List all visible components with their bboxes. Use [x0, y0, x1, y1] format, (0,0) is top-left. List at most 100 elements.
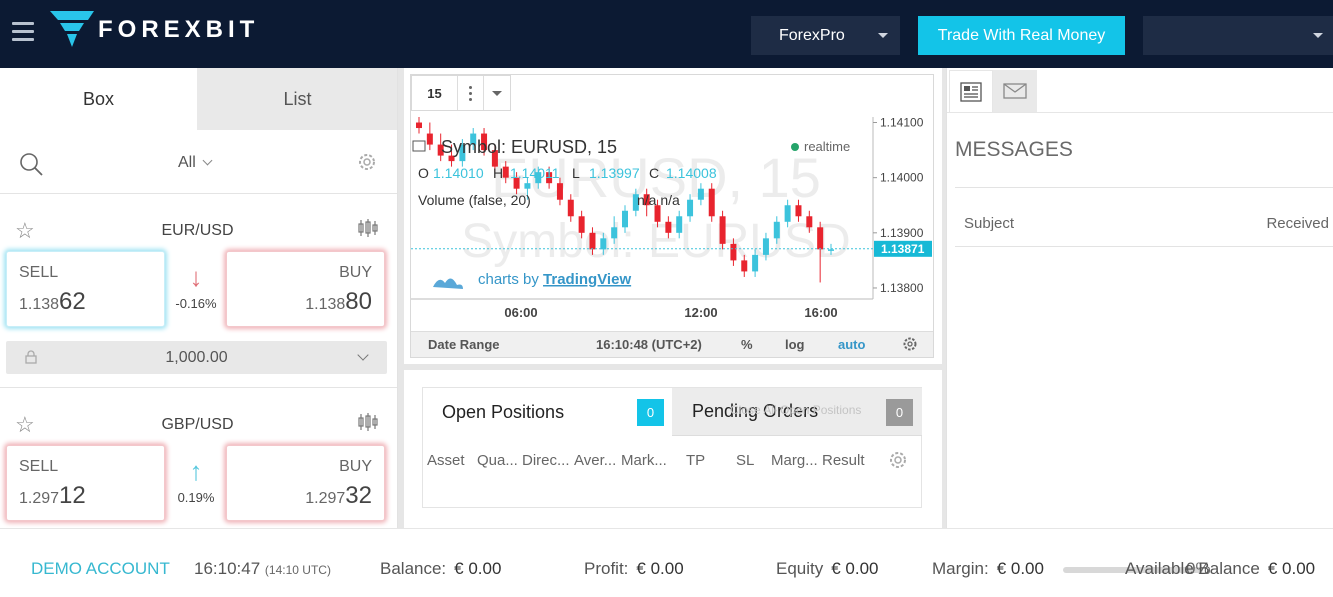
filter-row: All [0, 130, 397, 194]
candle-up[interactable] [762, 238, 769, 255]
candle-down[interactable] [589, 232, 596, 250]
candlestick-chart-icon[interactable] [358, 412, 378, 432]
gear-icon[interactable] [357, 152, 377, 172]
candle-down[interactable] [730, 243, 737, 261]
column-header-subject[interactable]: Subject [964, 215, 1014, 232]
trade-amount-value: 1,000.00 [165, 349, 228, 366]
buy-price-prefix: 1.297 [305, 490, 346, 507]
candle-down[interactable] [567, 199, 574, 217]
percent-scale-button[interactable]: % [741, 337, 753, 352]
caret-down-icon [878, 33, 888, 38]
column-header-sl[interactable]: SL [736, 452, 754, 469]
candle-up[interactable] [611, 227, 618, 239]
sell-price-button[interactable]: SELL 1.29712 [6, 445, 165, 521]
more-options-icon[interactable] [458, 76, 484, 110]
brand-name: FOREXBIT [98, 16, 260, 43]
realtime-label: realtime [804, 139, 850, 154]
column-header-direction[interactable]: Direc... [522, 452, 570, 469]
candle-down[interactable] [416, 122, 422, 129]
tab-messages[interactable] [993, 70, 1037, 112]
available-balance: Available Balance € 0.00 [1125, 559, 1315, 579]
price-axis-label: 1.14100 [880, 117, 924, 130]
chart-settings-icon[interactable] [902, 336, 918, 352]
account-type-select[interactable]: ForexPro [751, 16, 900, 55]
candlestick-chart[interactable]: EURUSD, 15 Symbol: EURUSD 1.141001.14000… [411, 117, 933, 331]
category-filter-dropdown[interactable]: All [178, 154, 213, 172]
candle-up[interactable] [600, 238, 607, 250]
messages-panel: MESSAGES Subject Received [946, 68, 1333, 528]
last-price-value: 1.13871 [881, 242, 925, 256]
candle-up[interactable] [524, 183, 531, 189]
candle-up[interactable] [622, 210, 628, 228]
buy-price-button[interactable]: BUY 1.29732 [226, 445, 385, 521]
sell-price-button[interactable]: SELL 1.13862 [6, 251, 165, 327]
chevron-down-icon [202, 155, 213, 166]
demo-account-label[interactable]: DEMO ACCOUNT [31, 559, 170, 579]
column-header-received[interactable]: Received [1266, 215, 1329, 232]
interval-button[interactable]: 15 [412, 76, 458, 110]
user-menu-select[interactable] [1143, 16, 1333, 55]
candle-down[interactable] [556, 183, 563, 200]
candle-up[interactable] [828, 249, 834, 251]
candle-up[interactable] [676, 216, 683, 233]
close-label: C [649, 165, 659, 181]
collapse-legend-icon[interactable] [412, 140, 426, 152]
candle-up[interactable] [752, 254, 759, 272]
candle-down[interactable] [708, 188, 715, 217]
candle-down[interactable] [817, 227, 824, 250]
interval-dropdown[interactable] [484, 76, 510, 110]
divider [955, 187, 1333, 188]
price-change: ↑ 0.19% [166, 458, 226, 505]
instrument-card: ☆ EUR/USD SELL 1.13862 ↓ -0.16% BUY 1.13… [0, 194, 397, 388]
logo[interactable]: FOREXBIT [50, 10, 259, 50]
price-chart[interactable]: EURUSD, 15 Symbol: EURUSD 1.14100 1.14000… [410, 74, 934, 358]
column-header-margin[interactable]: Marg... [771, 452, 818, 469]
chart-panel: EURUSD, 15 Symbol: EURUSD 1.14100 1.14000… [404, 68, 942, 364]
candle-down[interactable] [665, 221, 672, 233]
candle-down[interactable] [741, 260, 748, 272]
star-icon[interactable]: ☆ [15, 412, 35, 438]
column-header-result[interactable]: Result [822, 452, 865, 469]
auto-scale-button[interactable]: auto [838, 337, 865, 352]
column-header-tp[interactable]: TP [686, 452, 705, 469]
candle-down[interactable] [578, 216, 585, 233]
candle-down[interactable] [426, 133, 433, 145]
tradingview-link[interactable]: TradingView [543, 271, 631, 288]
candle-down[interactable] [719, 216, 726, 244]
buy-price: 1.13880 [305, 288, 372, 316]
search-icon[interactable] [19, 152, 43, 176]
margin-label: Margin: [932, 559, 989, 578]
trade-real-money-button[interactable]: Trade With Real Money [918, 16, 1125, 55]
candle-up[interactable] [687, 199, 694, 217]
tab-box[interactable]: Box [0, 68, 197, 130]
tab-news[interactable] [949, 70, 993, 112]
volume-values: n/a n/a [637, 192, 680, 208]
candlestick-chart-icon[interactable] [358, 218, 378, 238]
attribution[interactable]: charts by TradingView [478, 271, 631, 288]
log-scale-button[interactable]: log [785, 337, 805, 352]
candle-up[interactable] [697, 188, 704, 200]
trade-amount-select[interactable]: 1,000.00 [6, 341, 387, 374]
tab-list[interactable]: List [197, 68, 397, 130]
volume-label: Volume (false, 20) [418, 192, 531, 208]
column-header-market[interactable]: Mark... [621, 452, 667, 469]
column-header-average[interactable]: Aver... [574, 452, 616, 469]
candle-up[interactable] [773, 221, 780, 239]
candle-up[interactable] [784, 205, 791, 222]
buy-price-button[interactable]: BUY 1.13880 [226, 251, 385, 327]
margin: Margin: € 0.00 [932, 559, 1044, 579]
candle-down[interactable] [806, 216, 813, 228]
date-range-button[interactable]: Date Range [428, 337, 500, 352]
sell-label: SELL [19, 458, 59, 475]
close-all-positions-button[interactable]: Close All Open Positions [730, 403, 861, 417]
column-header-asset[interactable]: Asset [427, 452, 465, 469]
gear-icon[interactable] [888, 450, 908, 470]
star-icon[interactable]: ☆ [15, 218, 35, 244]
tab-open-positions[interactable]: Open Positions [423, 388, 672, 436]
buy-label: BUY [339, 264, 372, 281]
menu-icon[interactable] [12, 22, 34, 42]
price-change: ↓ -0.16% [166, 264, 226, 311]
candle-down[interactable] [795, 205, 802, 217]
tab-divider [947, 112, 1333, 113]
column-header-quantity[interactable]: Qua... [477, 452, 518, 469]
